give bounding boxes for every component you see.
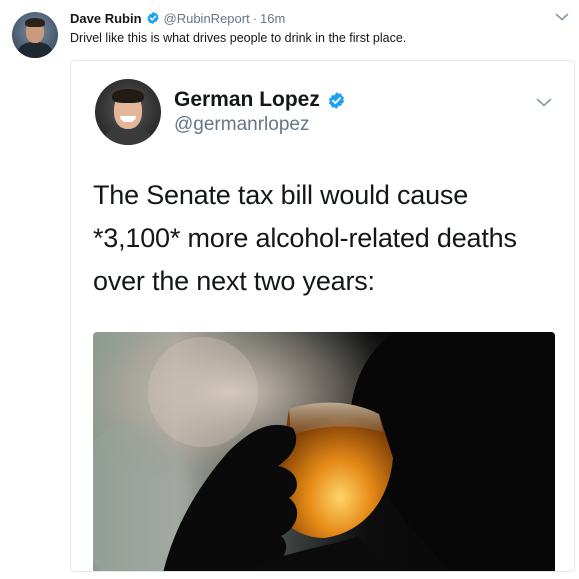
avatar-hair — [25, 18, 45, 27]
drinking-beer-photo — [93, 332, 555, 571]
chevron-down-icon[interactable] — [536, 97, 552, 108]
quoted-tweet-text: The Senate tax bill would cause *3,100* … — [93, 174, 563, 303]
verified-badge-icon — [146, 11, 159, 25]
quoted-tweet-image[interactable] — [93, 332, 555, 571]
avatar-hair — [112, 89, 144, 103]
avatar-body — [103, 127, 153, 145]
tweet-text: Drivel like this is what drives people t… — [70, 31, 407, 45]
author-handle[interactable]: @RubinReport — [164, 11, 250, 26]
tweet-header: Dave Rubin @RubinReport · 16m — [70, 9, 285, 27]
quoted-text-line: over the next two years: — [93, 266, 375, 296]
quoted-tweet-card[interactable]: German Lopez @germanrlopez The Senate ta… — [70, 60, 575, 572]
chevron-down-icon[interactable] — [555, 12, 569, 22]
quoted-author-avatar[interactable] — [95, 79, 161, 145]
quoted-text-line: The Senate tax bill would cause — [93, 180, 469, 210]
header-separator: · — [252, 10, 258, 26]
author-avatar[interactable] — [12, 12, 58, 58]
avatar-body — [18, 42, 52, 58]
quoted-text-line: *3,100* more alcohol-related deaths — [93, 223, 517, 253]
author-name[interactable]: Dave Rubin — [70, 11, 142, 26]
quoted-author-name[interactable]: German Lopez — [174, 88, 320, 112]
quoted-author-name-row: German Lopez — [174, 88, 346, 112]
tweet-timestamp[interactable]: 16m — [260, 11, 285, 26]
quoted-author-handle[interactable]: @germanrlopez — [174, 114, 309, 136]
verified-badge-icon — [328, 91, 344, 109]
